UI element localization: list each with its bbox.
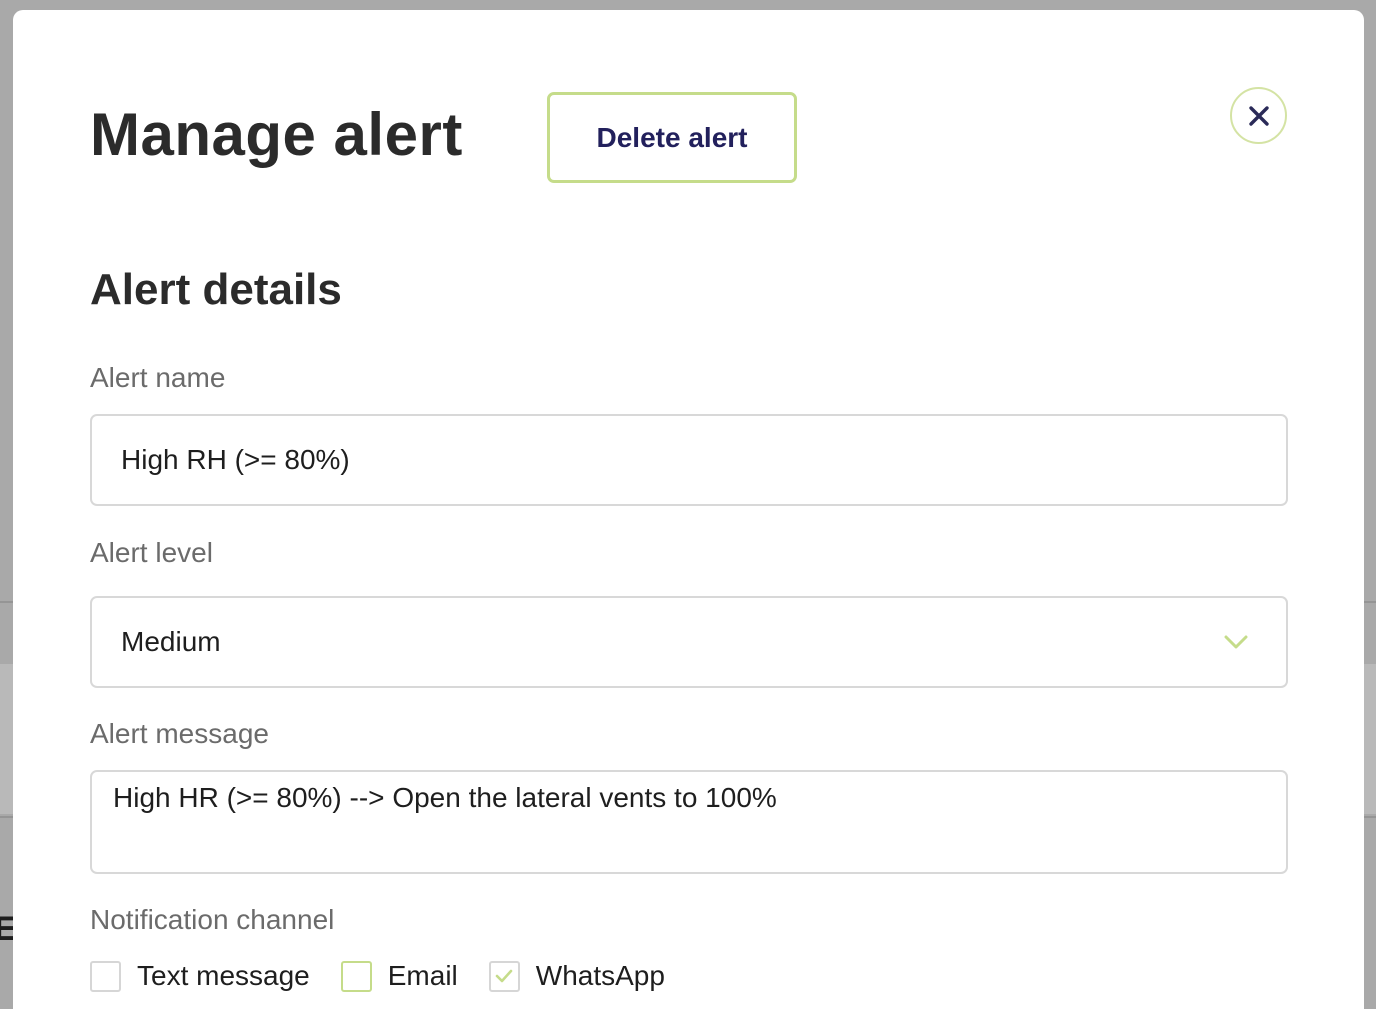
checkmark-icon: [495, 969, 513, 983]
close-button[interactable]: [1230, 87, 1287, 144]
alert-level-select[interactable]: Medium: [90, 596, 1288, 688]
close-icon: [1248, 105, 1269, 126]
channel-option-whatsapp[interactable]: WhatsApp: [488, 960, 665, 992]
notification-channel-label: Notification channel: [90, 904, 335, 935]
alert-level-value: Medium: [121, 626, 221, 657]
alert-message-value: High HR (>= 80%) --> Open the lateral ve…: [113, 782, 777, 813]
alert-name-label: Alert name: [90, 362, 226, 393]
section-title: Alert details: [90, 265, 342, 314]
alert-name-input[interactable]: High RH (>= 80%): [90, 414, 1288, 506]
channel-option-email[interactable]: Email: [340, 960, 458, 992]
alert-message-textarea[interactable]: High HR (>= 80%) --> Open the lateral ve…: [90, 770, 1288, 874]
alert-name-value: High RH (>= 80%): [121, 444, 350, 475]
email-label: Email: [387, 960, 458, 991]
manage-alert-modal: Manage alert Delete alert Alert details …: [13, 10, 1364, 1009]
whatsapp-label: WhatsApp: [535, 960, 665, 991]
text-message-checkbox[interactable]: [90, 960, 121, 992]
text-message-label: Text message: [137, 960, 310, 991]
modal-title: Manage alert: [90, 101, 463, 168]
alert-level-label: Alert level: [90, 537, 213, 568]
whatsapp-checkbox[interactable]: [488, 960, 520, 992]
email-checkbox[interactable]: [340, 960, 372, 992]
chevron-down-icon: [1224, 635, 1248, 649]
channel-option-text-message[interactable]: Text message: [90, 960, 310, 992]
notification-channel-group: Text message Email WhatsApp: [90, 960, 696, 992]
delete-alert-button[interactable]: Delete alert: [547, 92, 797, 183]
alert-message-label: Alert message: [90, 718, 269, 749]
